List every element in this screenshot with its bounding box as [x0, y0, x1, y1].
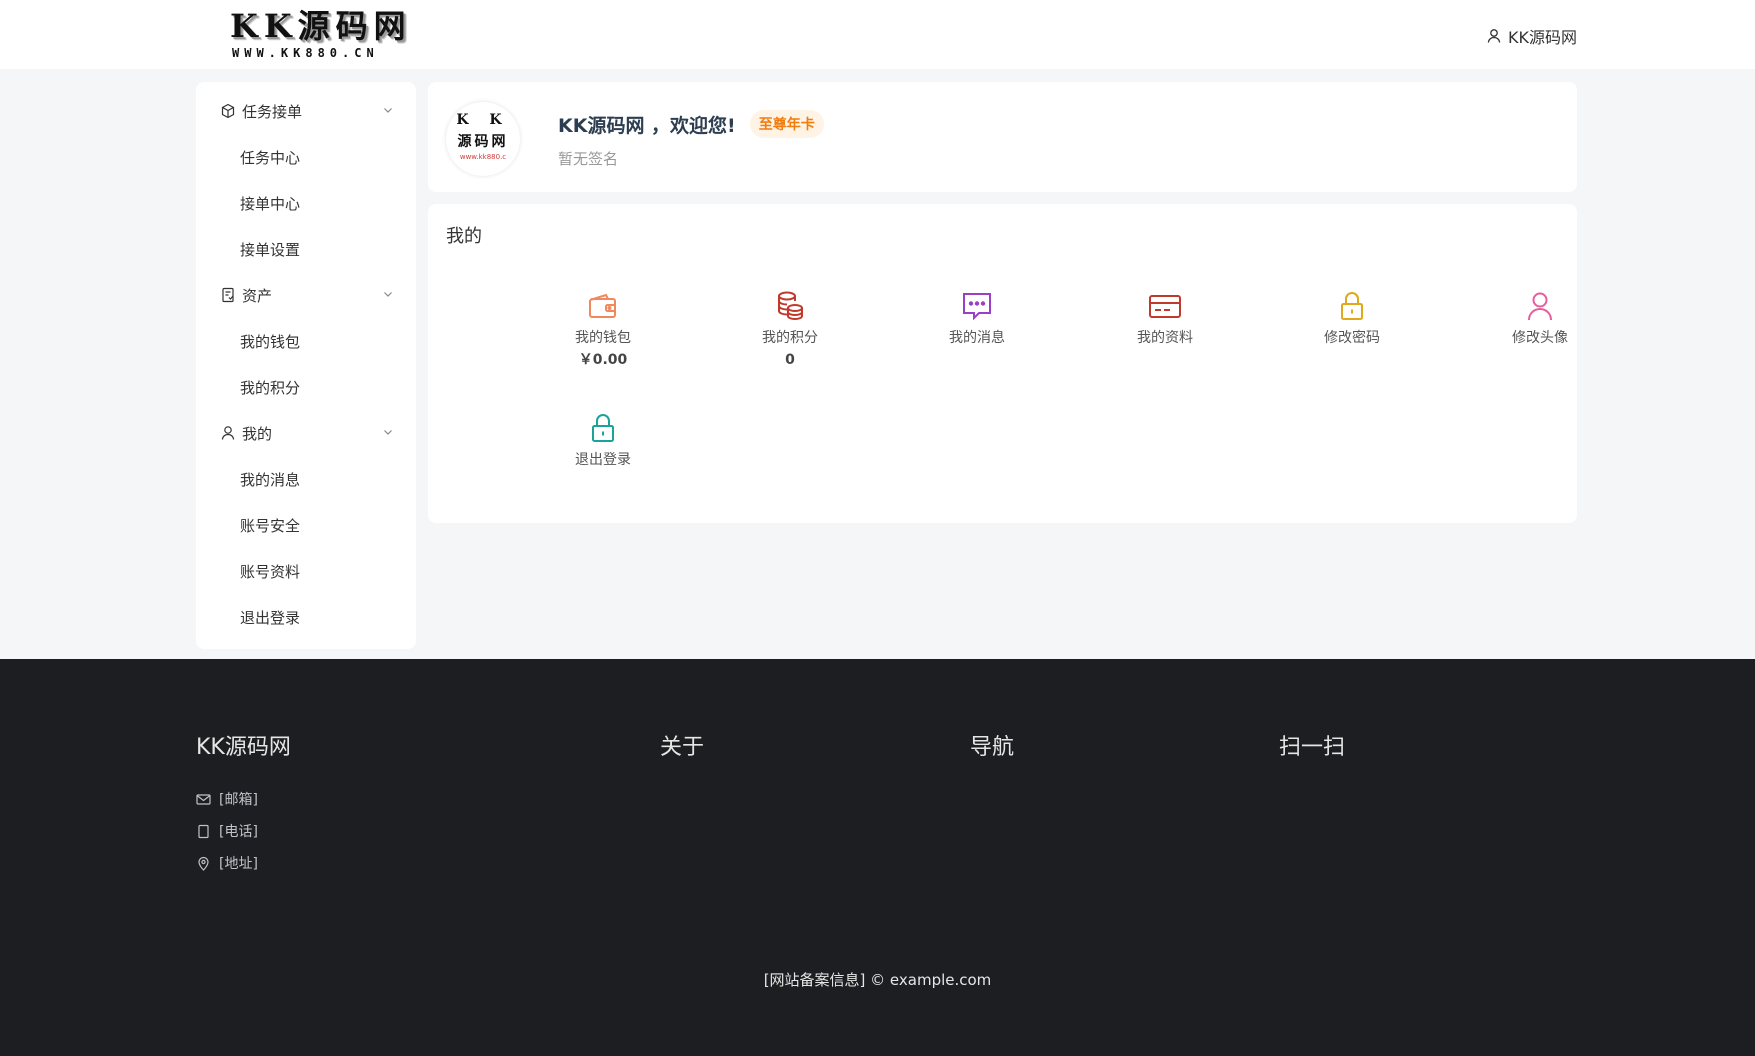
menu-group-assets: 资产 我的钱包 我的积分 — [196, 272, 416, 410]
footer-email: [邮箱] — [196, 789, 258, 809]
wallet-icon — [589, 293, 616, 318]
menu-head-assets[interactable]: 资产 — [196, 272, 416, 318]
sidebar-item-messages[interactable]: 我的消息 — [196, 456, 416, 502]
footer-phone: [电话] — [196, 821, 258, 841]
mine-item-label: 修改密码 — [1324, 330, 1380, 346]
chevron-down-icon — [384, 108, 392, 113]
site-logo[interactable]: KK源码网 WWW.KK880.CN — [230, 6, 415, 64]
message-icon — [963, 293, 991, 321]
mine-title: 我的 — [446, 226, 482, 247]
coins-icon — [778, 291, 803, 321]
mine-item-label: 退出登录 — [575, 452, 631, 468]
mine-item-label: 我的钱包 — [575, 330, 631, 346]
mine-item-messages[interactable]: 我的消息 — [907, 288, 1047, 348]
sidebar-item-order-settings[interactable]: 接单设置 — [196, 226, 416, 272]
user-menu-link[interactable]: KK源码网 — [1486, 24, 1577, 48]
avatar-text-line2: 源码网 — [457, 134, 509, 150]
card-icon — [1149, 295, 1181, 318]
menu-head-label: 任务接单 — [242, 102, 303, 121]
user-name: KK源码网 — [1508, 28, 1577, 47]
mine-item-logout[interactable]: 退出登录 — [533, 410, 673, 470]
mine-item-points[interactable]: 我的积分 0 — [720, 288, 860, 372]
mine-item-change-avatar[interactable]: 修改头像 — [1470, 288, 1610, 348]
profile-card: K K 源码网 www.kk880.c KK源码网 ，欢迎您! 至尊年卡 暂无签… — [428, 82, 1577, 192]
welcome-row: KK源码网 ，欢迎您! 至尊年卡 — [558, 110, 824, 138]
footer-scan-title: 扫一扫 — [1279, 735, 1346, 760]
user-icon — [221, 426, 235, 440]
welcome-text: KK源码网 ，欢迎您! — [558, 114, 736, 137]
points-balance: 0 — [785, 352, 795, 368]
footer-phone-text: [电话] — [219, 824, 258, 840]
footer-address: [地址] — [196, 853, 258, 873]
mail-icon — [196, 793, 211, 805]
footer-copyright: [网站备案信息] © example.com — [763, 971, 992, 989]
sidebar-item-order-center[interactable]: 接单中心 — [196, 180, 416, 226]
mine-item-label: 修改头像 — [1512, 330, 1568, 346]
lock-icon — [1341, 292, 1363, 320]
footer-nav-title: 导航 — [970, 735, 1015, 760]
lock-icon — [592, 414, 614, 442]
chevron-down-icon — [384, 292, 392, 297]
logo-main-text: KK源码网 — [230, 7, 412, 45]
footer-about-title: 关于 — [660, 735, 705, 760]
chevron-down-icon — [384, 430, 392, 435]
phone-icon — [198, 824, 209, 838]
cube-icon — [221, 103, 235, 119]
menu-head-label: 我的 — [242, 424, 273, 443]
menu-head-label: 资产 — [242, 286, 273, 305]
sidebar-item-account-security[interactable]: 账号安全 — [196, 502, 416, 548]
sidebar-item-account-profile[interactable]: 账号资料 — [196, 548, 416, 594]
user-signature: 暂无签名 — [558, 150, 619, 168]
user-icon — [1487, 29, 1501, 43]
mine-item-label: 我的积分 — [762, 330, 818, 346]
footer-address-text: [地址] — [219, 856, 258, 872]
site-footer: KK源码网 关于 导航 扫一扫 [邮箱] [电话] [地址] [网站备案信息] … — [0, 659, 1755, 1056]
sidebar-item-task-center[interactable]: 任务中心 — [196, 134, 416, 180]
footer-site-name: KK源码网 — [196, 735, 291, 760]
mine-item-label: 我的资料 — [1137, 330, 1193, 346]
location-icon — [198, 856, 209, 871]
mine-panel: 我的 我的钱包 ￥0.00 我的积分 0 我的消息 我的资料 修改密码 修改头像… — [428, 204, 1577, 523]
mine-item-wallet[interactable]: 我的钱包 ￥0.00 — [533, 288, 673, 372]
mine-item-label: 我的消息 — [949, 330, 1005, 346]
menu-head-mine[interactable]: 我的 — [196, 410, 416, 456]
sidebar-menu: 任务接单 任务中心 接单中心 接单设置 资产 我的钱包 我的积分 我的 我的消息… — [196, 82, 416, 649]
top-header: KK源码网 WWW.KK880.CN KK源码网 — [0, 0, 1755, 69]
mine-item-profile[interactable]: 我的资料 — [1095, 288, 1235, 348]
vip-badge: 至尊年卡 — [749, 110, 824, 138]
sidebar-item-wallet[interactable]: 我的钱包 — [196, 318, 416, 364]
avatar-text-line1: K K — [456, 112, 510, 128]
ledger-icon — [222, 287, 234, 303]
wallet-balance: ￥0.00 — [578, 352, 628, 368]
user-icon — [1528, 292, 1552, 321]
avatar-text-line3: www.kk880.c — [459, 153, 507, 161]
sidebar-item-logout[interactable]: 退出登录 — [196, 594, 416, 640]
menu-head-tasks[interactable]: 任务接单 — [196, 88, 416, 134]
sidebar-item-points[interactable]: 我的积分 — [196, 364, 416, 410]
menu-group-tasks: 任务接单 任务中心 接单中心 接单设置 — [196, 88, 416, 272]
footer-email-text: [邮箱] — [219, 792, 258, 808]
menu-group-mine: 我的 我的消息 账号安全 账号资料 退出登录 — [196, 410, 416, 640]
logo-sub-text: WWW.KK880.CN — [232, 46, 379, 60]
mine-item-change-password[interactable]: 修改密码 — [1282, 288, 1422, 348]
avatar[interactable]: K K 源码网 www.kk880.c — [446, 102, 520, 176]
